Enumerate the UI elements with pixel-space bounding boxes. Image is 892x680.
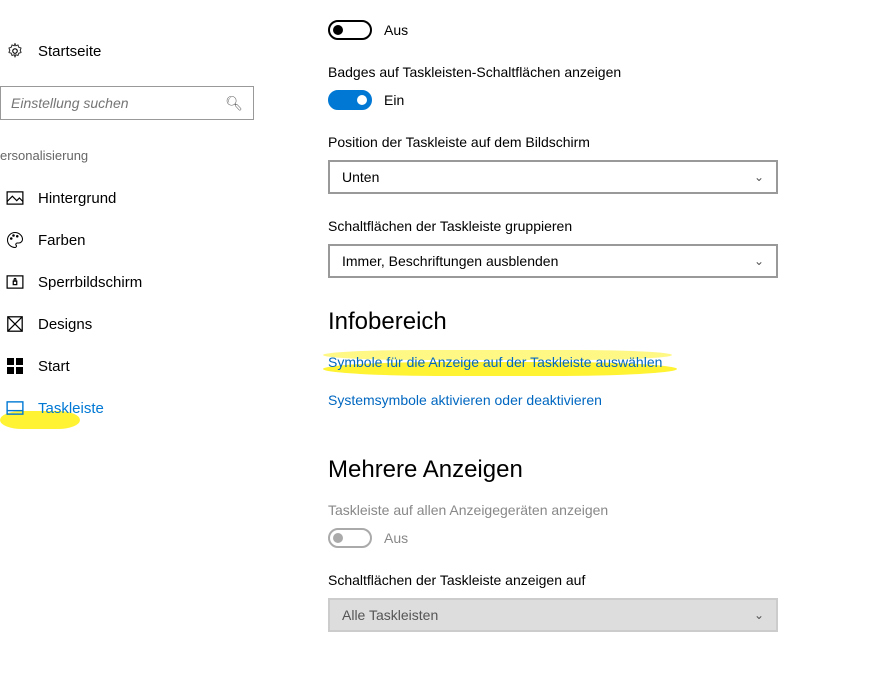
search-box[interactable]: 🔍︎: [0, 86, 254, 120]
sidebar-item-hintergrund[interactable]: Hintergrund: [0, 177, 260, 219]
sidebar-startpage-label: Startseite: [38, 43, 101, 60]
setting-label-multi: Taskleiste auf allen Anzeigegeräten anze…: [328, 502, 852, 518]
link-system-icons[interactable]: Systemsymbole aktivieren oder deaktivier…: [328, 392, 602, 408]
sidebar-item-label: Designs: [38, 316, 92, 333]
setting-multi-buttons: Schaltflächen der Taskleiste anzeigen au…: [328, 572, 852, 632]
link-select-icons[interactable]: Symbole für die Anzeige auf der Taskleis…: [328, 354, 662, 370]
chevron-down-icon: ⌄: [754, 170, 764, 184]
setting-multi-toggle: Taskleiste auf allen Anzeigegeräten anze…: [328, 502, 852, 548]
sidebar-item-label: Start: [38, 358, 70, 375]
category-label: ersonalisierung: [0, 134, 260, 177]
start-icon: [6, 357, 24, 375]
sidebar-item-taskleiste[interactable]: Taskleiste: [0, 387, 260, 429]
themes-icon: [6, 315, 24, 333]
sidebar-item-sperrbildschirm[interactable]: Sperrbildschirm: [0, 261, 260, 303]
select-value: Unten: [342, 169, 379, 185]
search-input[interactable]: [11, 95, 225, 111]
setting-badges: Badges auf Taskleisten-Schaltflächen anz…: [328, 64, 852, 110]
section-title-multi: Mehrere Anzeigen: [328, 456, 852, 484]
select-multi-buttons: Alle Taskleisten ⌄: [328, 598, 778, 632]
sidebar-item-label: Sperrbildschirm: [38, 274, 142, 291]
toggle-multi: [328, 528, 372, 548]
toggle-state: Aus: [384, 530, 408, 546]
sidebar-item-farben[interactable]: Farben: [0, 219, 260, 261]
select-position[interactable]: Unten ⌄: [328, 160, 778, 194]
sidebar-item-label: Hintergrund: [38, 190, 116, 207]
sidebar-item-designs[interactable]: Designs: [0, 303, 260, 345]
toggle-unknown[interactable]: [328, 20, 372, 40]
setting-label-position: Position der Taskleiste auf dem Bildschi…: [328, 134, 852, 150]
setting-grouping: Schaltflächen der Taskleiste gruppieren …: [328, 218, 852, 278]
lockscreen-icon: [6, 273, 24, 291]
picture-icon: [6, 189, 24, 207]
setting-label-badges: Badges auf Taskleisten-Schaltflächen anz…: [328, 64, 852, 80]
taskbar-icon: [6, 399, 24, 417]
search-icon: 🔍︎: [225, 95, 243, 112]
setting-label-multi-buttons: Schaltflächen der Taskleiste anzeigen au…: [328, 572, 852, 588]
setting-label-grouping: Schaltflächen der Taskleiste gruppieren: [328, 218, 852, 234]
chevron-down-icon: ⌄: [754, 254, 764, 268]
sidebar-item-label: Taskleiste: [38, 400, 104, 417]
sidebar-startpage[interactable]: Startseite: [0, 30, 260, 72]
sidebar-item-label: Farben: [38, 232, 86, 249]
sidebar: Startseite 🔍︎ ersonalisierung Hintergrun…: [0, 0, 260, 680]
select-value: Alle Taskleisten: [342, 607, 438, 623]
chevron-down-icon: ⌄: [754, 608, 764, 622]
toggle-badges[interactable]: [328, 90, 372, 110]
setting-position: Position der Taskleiste auf dem Bildschi…: [328, 134, 852, 194]
toggle-state: Aus: [384, 22, 408, 38]
main-content: Aus Badges auf Taskleisten-Schaltflächen…: [260, 0, 892, 680]
setting-toggle-top: Aus: [328, 20, 852, 40]
gear-icon: [6, 42, 24, 60]
palette-icon: [6, 231, 24, 249]
toggle-state: Ein: [384, 92, 404, 108]
select-value: Immer, Beschriftungen ausblenden: [342, 253, 558, 269]
select-grouping[interactable]: Immer, Beschriftungen ausblenden ⌄: [328, 244, 778, 278]
section-title-infobereich: Infobereich: [328, 308, 852, 336]
sidebar-item-start[interactable]: Start: [0, 345, 260, 387]
